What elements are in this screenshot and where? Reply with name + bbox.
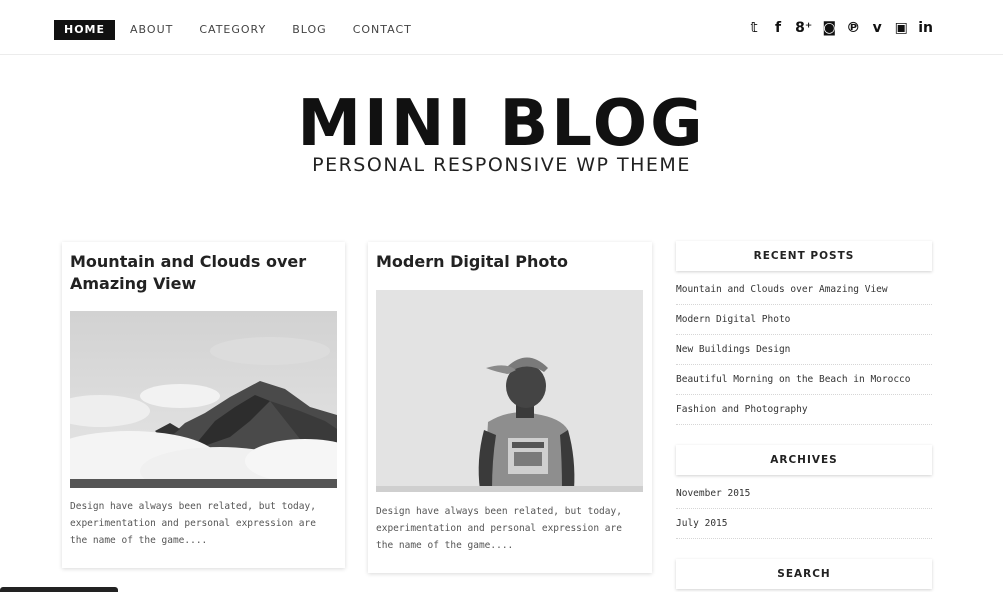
archive-link[interactable]: July 2015 bbox=[676, 509, 932, 539]
nav-about[interactable]: ABOUT bbox=[130, 20, 173, 40]
recent-post-link[interactable]: Fashion and Photography bbox=[676, 395, 932, 425]
widget-title-recent-posts: RECENT POSTS bbox=[676, 241, 932, 271]
nav-contact[interactable]: CONTACT bbox=[353, 20, 412, 40]
linkedin-icon[interactable]: in bbox=[918, 18, 933, 38]
archives-list: November 2015 July 2015 bbox=[676, 479, 932, 539]
nav-home[interactable]: HOME bbox=[54, 20, 116, 40]
archive-link[interactable]: November 2015 bbox=[676, 479, 932, 509]
post-title[interactable]: Mountain and Clouds over Amazing View bbox=[70, 251, 335, 295]
google-plus-icon[interactable]: 8⁺ bbox=[795, 18, 812, 38]
nav-category[interactable]: CATEGORY bbox=[199, 20, 266, 40]
widget-title-search: SEARCH bbox=[676, 559, 932, 589]
pinterest-icon[interactable]: ℗ bbox=[846, 18, 860, 38]
post-card: Mountain and Clouds over Amazing View De… bbox=[62, 242, 345, 568]
post-image-mountain[interactable] bbox=[70, 311, 337, 488]
facebook-icon[interactable]: f bbox=[771, 18, 785, 38]
recent-post-link[interactable]: New Buildings Design bbox=[676, 335, 932, 365]
post-image-portrait[interactable] bbox=[376, 290, 643, 492]
recent-post-link[interactable]: Beautiful Morning on the Beach in Morocc… bbox=[676, 365, 932, 395]
recent-posts-list: Mountain and Clouds over Amazing View Mo… bbox=[676, 275, 932, 425]
bottom-left-bar bbox=[0, 587, 118, 592]
post-excerpt: Design have always been related, but tod… bbox=[70, 501, 316, 546]
twitter-icon[interactable]: 𝕥 bbox=[747, 18, 761, 38]
nav-blog[interactable]: BLOG bbox=[292, 20, 326, 40]
post-card: Modern Digital Photo Design have always … bbox=[368, 242, 652, 573]
youtube-icon[interactable]: ▣ bbox=[894, 18, 908, 38]
site-tagline: PERSONAL RESPONSIVE WP THEME bbox=[312, 154, 691, 176]
post-excerpt: Design have always been related, but tod… bbox=[376, 506, 622, 551]
recent-post-link[interactable]: Mountain and Clouds over Amazing View bbox=[676, 275, 932, 305]
man-with-cap-photo bbox=[376, 290, 643, 492]
vimeo-icon[interactable]: v bbox=[870, 18, 884, 38]
top-bar: HOME ABOUT CATEGORY BLOG CONTACT 𝕥 f 8⁺ … bbox=[0, 0, 1003, 55]
social-links: 𝕥 f 8⁺ ◙ ℗ v ▣ in bbox=[737, 18, 933, 38]
mountain-clouds-photo bbox=[70, 311, 337, 488]
instagram-icon[interactable]: ◙ bbox=[822, 18, 836, 38]
main-nav: HOME ABOUT CATEGORY BLOG CONTACT bbox=[54, 20, 438, 40]
widget-title-archives: ARCHIVES bbox=[676, 445, 932, 475]
post-title[interactable]: Modern Digital Photo bbox=[376, 251, 642, 273]
recent-post-link[interactable]: Modern Digital Photo bbox=[676, 305, 932, 335]
